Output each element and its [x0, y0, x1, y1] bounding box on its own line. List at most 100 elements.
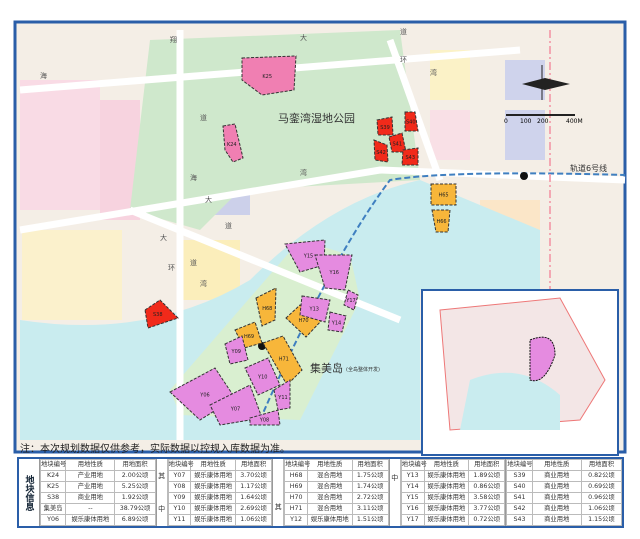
table-side-label: 地块信息: [19, 459, 40, 526]
parcel-label: K24: [227, 142, 237, 148]
marker-char: 其: [158, 471, 166, 480]
scale-tick: 200: [537, 118, 549, 125]
table-cell: 0.82公顷: [580, 470, 622, 482]
table-header-row: 地块编号 用地性质 用地面积: [284, 459, 389, 471]
parcel-label: Y10: [257, 375, 267, 381]
column-header: 地块编号: [284, 459, 310, 471]
parcel-label: H69: [244, 334, 254, 340]
table-cell: 娱乐康体用地: [190, 470, 236, 482]
parcel-label: Y16: [329, 270, 339, 276]
park-label: 马銮湾湿地公园: [278, 111, 355, 125]
metro-label: 轨道6号线: [570, 163, 607, 173]
marker-char: 其: [274, 502, 282, 511]
table-cell: 6.89公顷: [114, 514, 156, 526]
parcel-label: Y13: [309, 306, 319, 312]
table-cell: Y08: [167, 481, 192, 493]
table-cell: 商业用地: [531, 492, 582, 504]
road-name-char: 湾: [200, 279, 207, 288]
table-row: Y11 娱乐康体用地 1.06公顷: [167, 514, 273, 526]
table-cell: 2.00公顷: [114, 470, 156, 482]
table-row: K25 产业用地 5.25公顷: [39, 481, 156, 493]
road-name-char: 道: [400, 27, 407, 36]
table-row: Y15 娱乐康体用地 3.58公顷: [400, 492, 506, 504]
table-cell: 2.69公顷: [234, 503, 273, 515]
disclaimer-note: 注：本次规划数据仅供参考，实际数据以控规入库数据为准。: [20, 444, 290, 455]
parcel-label: S43: [405, 155, 415, 161]
table-cell: 1.92公顷: [114, 492, 156, 504]
table-group: 地块编号 用地性质 用地面积 K24 产业用地 2.00公顷 K25 产业用地 5.25公顷 S3…: [39, 459, 157, 526]
parcel-label: Y08: [259, 418, 269, 424]
table-cell: H68: [284, 470, 308, 482]
parcel-label: S40: [406, 120, 416, 126]
table-row: S42 商业用地 1.06公顷: [506, 503, 622, 515]
parcel-label: H68: [262, 306, 272, 312]
column-header: 用地性质: [65, 459, 116, 471]
table-header-row: 地块编号 用地性质 用地面积: [506, 459, 622, 471]
column-header: 用地性质: [190, 459, 236, 471]
table-cell: 商业用地: [531, 514, 582, 526]
parcel-label: Y06: [199, 393, 209, 399]
table-cell: S40: [506, 481, 533, 493]
table-row: S39 商业用地 0.82公顷: [506, 470, 622, 482]
road-name-char: 翔: [170, 35, 177, 44]
parcel-label: S41: [392, 142, 402, 148]
road-name-char: 环: [168, 264, 175, 272]
table-cell: 产业用地: [65, 470, 116, 482]
parcel-label: K25: [262, 74, 272, 80]
table-cell: 0.72公顷: [468, 514, 506, 526]
table-row: H69 混合用地 1.74公顷: [284, 481, 389, 493]
island-sublabel: (全岛整体开发): [346, 366, 380, 373]
table-row: Y08 娱乐康体用地 1.17公顷: [167, 481, 273, 493]
table-cell: H69: [284, 481, 308, 493]
road-name-char: 大: [160, 233, 167, 242]
table-cell: 1.64公顷: [234, 492, 273, 504]
table-row: H68 混合用地 1.75公顷: [284, 470, 389, 482]
table-cell: Y12: [284, 514, 308, 526]
table-cell: S39: [506, 470, 533, 482]
table-cell: 商业用地: [531, 481, 582, 493]
table-row: Y12 娱乐康体用地 1.51公顷: [284, 514, 389, 526]
table-cell: 1.89公顷: [468, 470, 506, 482]
marker-char: 中: [158, 505, 166, 514]
parcel-label: Y09: [231, 349, 241, 355]
table-cell: Y07: [167, 470, 192, 482]
table-cell: Y06: [39, 514, 67, 526]
table-cell: 38.79公顷: [114, 503, 156, 515]
column-header: 地块编号: [506, 459, 533, 471]
scale-tick: 0: [504, 118, 508, 125]
scale-tick: 100: [520, 118, 532, 125]
table-cell: S38: [39, 492, 67, 504]
table-group: 其地块编号 用地性质 用地面积 H68 混合用地 1.75公顷 H69 混合用地 1.74公顷 H…: [273, 459, 390, 526]
marker-char: 中: [391, 474, 399, 483]
road-name-char: 环: [400, 56, 407, 64]
table-row: H70 混合用地 2.72公顷: [284, 492, 389, 504]
table-row: Y10 娱乐康体用地 2.69公顷: [167, 503, 273, 515]
table-header-row: 地块编号 用地性质 用地面积: [39, 459, 156, 471]
parcel-label: Y07: [230, 406, 240, 412]
table-cell: 0.69公顷: [580, 481, 622, 493]
table-row: 集美岛 -- 38.79公顷: [39, 503, 156, 515]
column-header: 地块编号: [39, 459, 67, 471]
table-cell: 商业用地: [65, 492, 116, 504]
table-cell: 1.51公顷: [351, 514, 389, 526]
table-cell: 商业用地: [531, 470, 582, 482]
table-cell: 商业用地: [531, 503, 582, 515]
column-header: 用地面积: [580, 459, 622, 471]
table-header-row: 地块编号 用地性质 用地面积: [400, 459, 506, 471]
table-cell: 娱乐康体用地: [306, 514, 353, 526]
scale-tick: 400M: [566, 118, 583, 125]
table-cell: 1.74公顷: [351, 481, 389, 493]
table-cell: S42: [506, 503, 533, 515]
column-header: 用地面积: [114, 459, 156, 471]
road-name-char: 道: [200, 113, 207, 122]
group-marker: 其: [273, 459, 285, 526]
table-cell: Y16: [400, 503, 425, 515]
group-marker: 其中: [157, 459, 168, 526]
road-name-char: 大: [205, 195, 212, 204]
table-cell: 2.72公顷: [351, 492, 389, 504]
table-row: H71 混合用地 3.11公顷: [284, 503, 389, 515]
table-cell: 0.86公顷: [468, 481, 506, 493]
table-cell: H71: [284, 503, 308, 515]
parcel-label: S39: [380, 125, 390, 131]
column-header: 地块编号: [400, 459, 427, 471]
